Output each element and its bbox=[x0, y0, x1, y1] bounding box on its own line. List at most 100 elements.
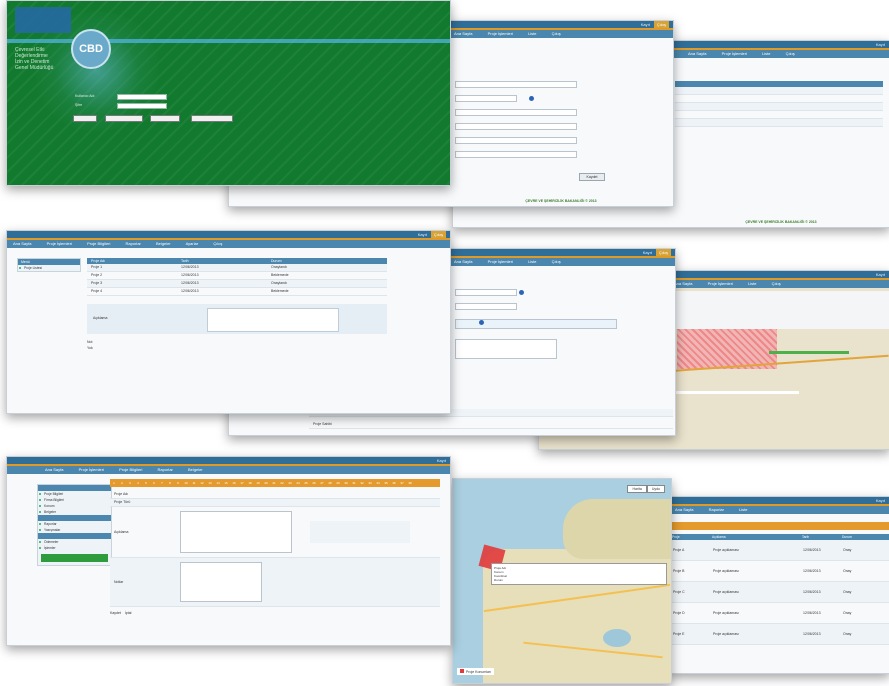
table-row[interactable]: Proje 2 12/06/2013 Beklemede bbox=[87, 272, 387, 280]
tab-item[interactable]: 8 bbox=[166, 479, 174, 487]
nav-item[interactable]: Raporlar bbox=[709, 507, 724, 512]
nav-item[interactable]: Proje İşlemleri bbox=[79, 467, 104, 472]
nav-item[interactable]: Çıkış bbox=[552, 31, 561, 36]
nav-item[interactable]: Liste bbox=[739, 507, 747, 512]
register-button[interactable] bbox=[150, 115, 180, 122]
side-menu-item[interactable]: İşlemler bbox=[38, 545, 111, 551]
tab-item[interactable]: 16 bbox=[230, 479, 238, 487]
nav-item[interactable]: Belgeler bbox=[156, 241, 171, 246]
tab-item[interactable]: 17 bbox=[238, 479, 246, 487]
tab-item[interactable]: 29 bbox=[334, 479, 342, 487]
nav-item[interactable]: Liste bbox=[748, 281, 756, 286]
nav-item[interactable]: Çıkış bbox=[772, 281, 781, 286]
table-row[interactable] bbox=[675, 103, 883, 111]
tab-item[interactable]: 30 bbox=[342, 479, 350, 487]
tab-item[interactable]: 31 bbox=[350, 479, 358, 487]
tab-item[interactable]: 7 bbox=[158, 479, 166, 487]
username-input[interactable] bbox=[117, 94, 167, 100]
text-field[interactable] bbox=[455, 289, 517, 296]
tab-item[interactable]: 6 bbox=[150, 479, 158, 487]
tab-item[interactable]: 21 bbox=[270, 479, 278, 487]
tab-item[interactable]: 33 bbox=[366, 479, 374, 487]
info-icon[interactable] bbox=[529, 96, 534, 101]
tab-item[interactable]: 2 bbox=[118, 479, 126, 487]
side-menu-item[interactable]: Proje Listesi bbox=[18, 265, 80, 271]
text-field[interactable] bbox=[455, 81, 577, 88]
nav-item[interactable]: Ayarlar bbox=[186, 241, 199, 246]
tab-item[interactable]: 12 bbox=[198, 479, 206, 487]
text-field[interactable] bbox=[455, 339, 557, 359]
tab-item[interactable]: 24 bbox=[294, 479, 302, 487]
tab-item[interactable]: 22 bbox=[278, 479, 286, 487]
nav-item[interactable]: Proje Bilgileri bbox=[119, 467, 142, 472]
table-row[interactable]: Proje 1 12/06/2013 Onaylandı bbox=[87, 264, 387, 272]
tab-item[interactable]: 36 bbox=[390, 479, 398, 487]
nav-item[interactable]: Ana Sayfa bbox=[675, 507, 693, 512]
tab-item[interactable]: 15 bbox=[222, 479, 230, 487]
nav-item[interactable]: Ana Sayfa bbox=[13, 241, 31, 246]
nav-item[interactable]: Liste bbox=[528, 259, 536, 264]
forgot-password-button[interactable] bbox=[105, 115, 143, 122]
nav-item[interactable]: Belgeler bbox=[188, 467, 203, 472]
tab-item[interactable]: 14 bbox=[214, 479, 222, 487]
cancel-button[interactable]: İptal bbox=[125, 611, 132, 615]
save-button[interactable]: Kaydet bbox=[110, 611, 121, 615]
nav-item[interactable]: Ana Sayfa bbox=[45, 467, 63, 472]
side-menu-item[interactable]: Belgeler bbox=[38, 509, 111, 515]
table-row[interactable]: Proje 3 12/06/2013 Onaylandı bbox=[87, 280, 387, 288]
nav-item[interactable]: Proje Bilgileri bbox=[87, 241, 110, 246]
text-field[interactable] bbox=[455, 95, 517, 102]
tab-item[interactable]: 9 bbox=[174, 479, 182, 487]
nav-item[interactable]: Liste bbox=[762, 51, 770, 56]
nav-item[interactable]: Ana Sayfa bbox=[454, 259, 472, 264]
submit-button[interactable]: Kaydet bbox=[579, 173, 605, 181]
info-icon[interactable] bbox=[479, 320, 484, 325]
nav-item[interactable]: Proje İşlemleri bbox=[708, 281, 733, 286]
tab-item[interactable]: 35 bbox=[382, 479, 390, 487]
nav-item[interactable]: Ana Sayfa bbox=[454, 31, 472, 36]
side-menu-item[interactable]: Yazışmalar bbox=[38, 527, 111, 533]
text-field[interactable] bbox=[455, 303, 517, 310]
tab-item[interactable]: 26 bbox=[310, 479, 318, 487]
nav-item[interactable]: Raporlar bbox=[158, 467, 173, 472]
tab-item[interactable]: 1 bbox=[110, 479, 118, 487]
table-row[interactable] bbox=[675, 111, 883, 119]
tab-item[interactable]: 3 bbox=[126, 479, 134, 487]
login-button[interactable] bbox=[73, 115, 97, 122]
nav-item[interactable]: Çıkış bbox=[213, 241, 222, 246]
new-user-button[interactable] bbox=[191, 115, 233, 122]
map-type-satellite-button[interactable]: Uydu bbox=[646, 485, 665, 493]
description-textarea[interactable] bbox=[180, 511, 292, 553]
tab-item[interactable]: 20 bbox=[262, 479, 270, 487]
table-row[interactable]: Proje C Proje açıklaması 12/06/2013 Onay bbox=[669, 582, 889, 603]
nav-item[interactable]: Proje İşlemleri bbox=[488, 259, 513, 264]
table-row[interactable] bbox=[675, 87, 883, 95]
nav-item[interactable]: Ana Sayfa bbox=[674, 281, 692, 286]
tab-item[interactable]: 10 bbox=[182, 479, 190, 487]
tab-item[interactable]: 28 bbox=[326, 479, 334, 487]
password-input[interactable] bbox=[117, 103, 167, 109]
info-icon[interactable] bbox=[519, 290, 524, 295]
table-row[interactable]: Proje B Proje açıklaması 12/06/2013 Onay bbox=[669, 561, 889, 582]
tab-item[interactable]: 38 bbox=[406, 479, 414, 487]
tab-item[interactable]: 34 bbox=[374, 479, 382, 487]
tab-item[interactable]: 37 bbox=[398, 479, 406, 487]
notes-textarea[interactable] bbox=[180, 562, 262, 602]
tab-item[interactable]: 4 bbox=[134, 479, 142, 487]
tab-item[interactable]: 23 bbox=[286, 479, 294, 487]
text-field[interactable] bbox=[455, 109, 577, 116]
tab-item[interactable]: 18 bbox=[246, 479, 254, 487]
text-field[interactable] bbox=[455, 137, 577, 144]
tab-item[interactable]: 13 bbox=[206, 479, 214, 487]
tab-item[interactable]: 11 bbox=[190, 479, 198, 487]
tab-item[interactable]: 27 bbox=[318, 479, 326, 487]
table-row[interactable] bbox=[675, 95, 883, 103]
logout-button[interactable]: Çıkış bbox=[653, 21, 669, 28]
tab-item[interactable]: 25 bbox=[302, 479, 310, 487]
table-row[interactable]: Proje D Proje açıklaması 12/06/2013 Onay bbox=[669, 603, 889, 624]
logout-button[interactable]: Çıkış bbox=[655, 249, 671, 256]
tab-item[interactable]: 32 bbox=[358, 479, 366, 487]
nav-item[interactable]: Proje İşlemleri bbox=[47, 241, 72, 246]
map-type-map-button[interactable]: Harita bbox=[627, 485, 647, 493]
nav-item[interactable]: Çıkış bbox=[552, 259, 561, 264]
